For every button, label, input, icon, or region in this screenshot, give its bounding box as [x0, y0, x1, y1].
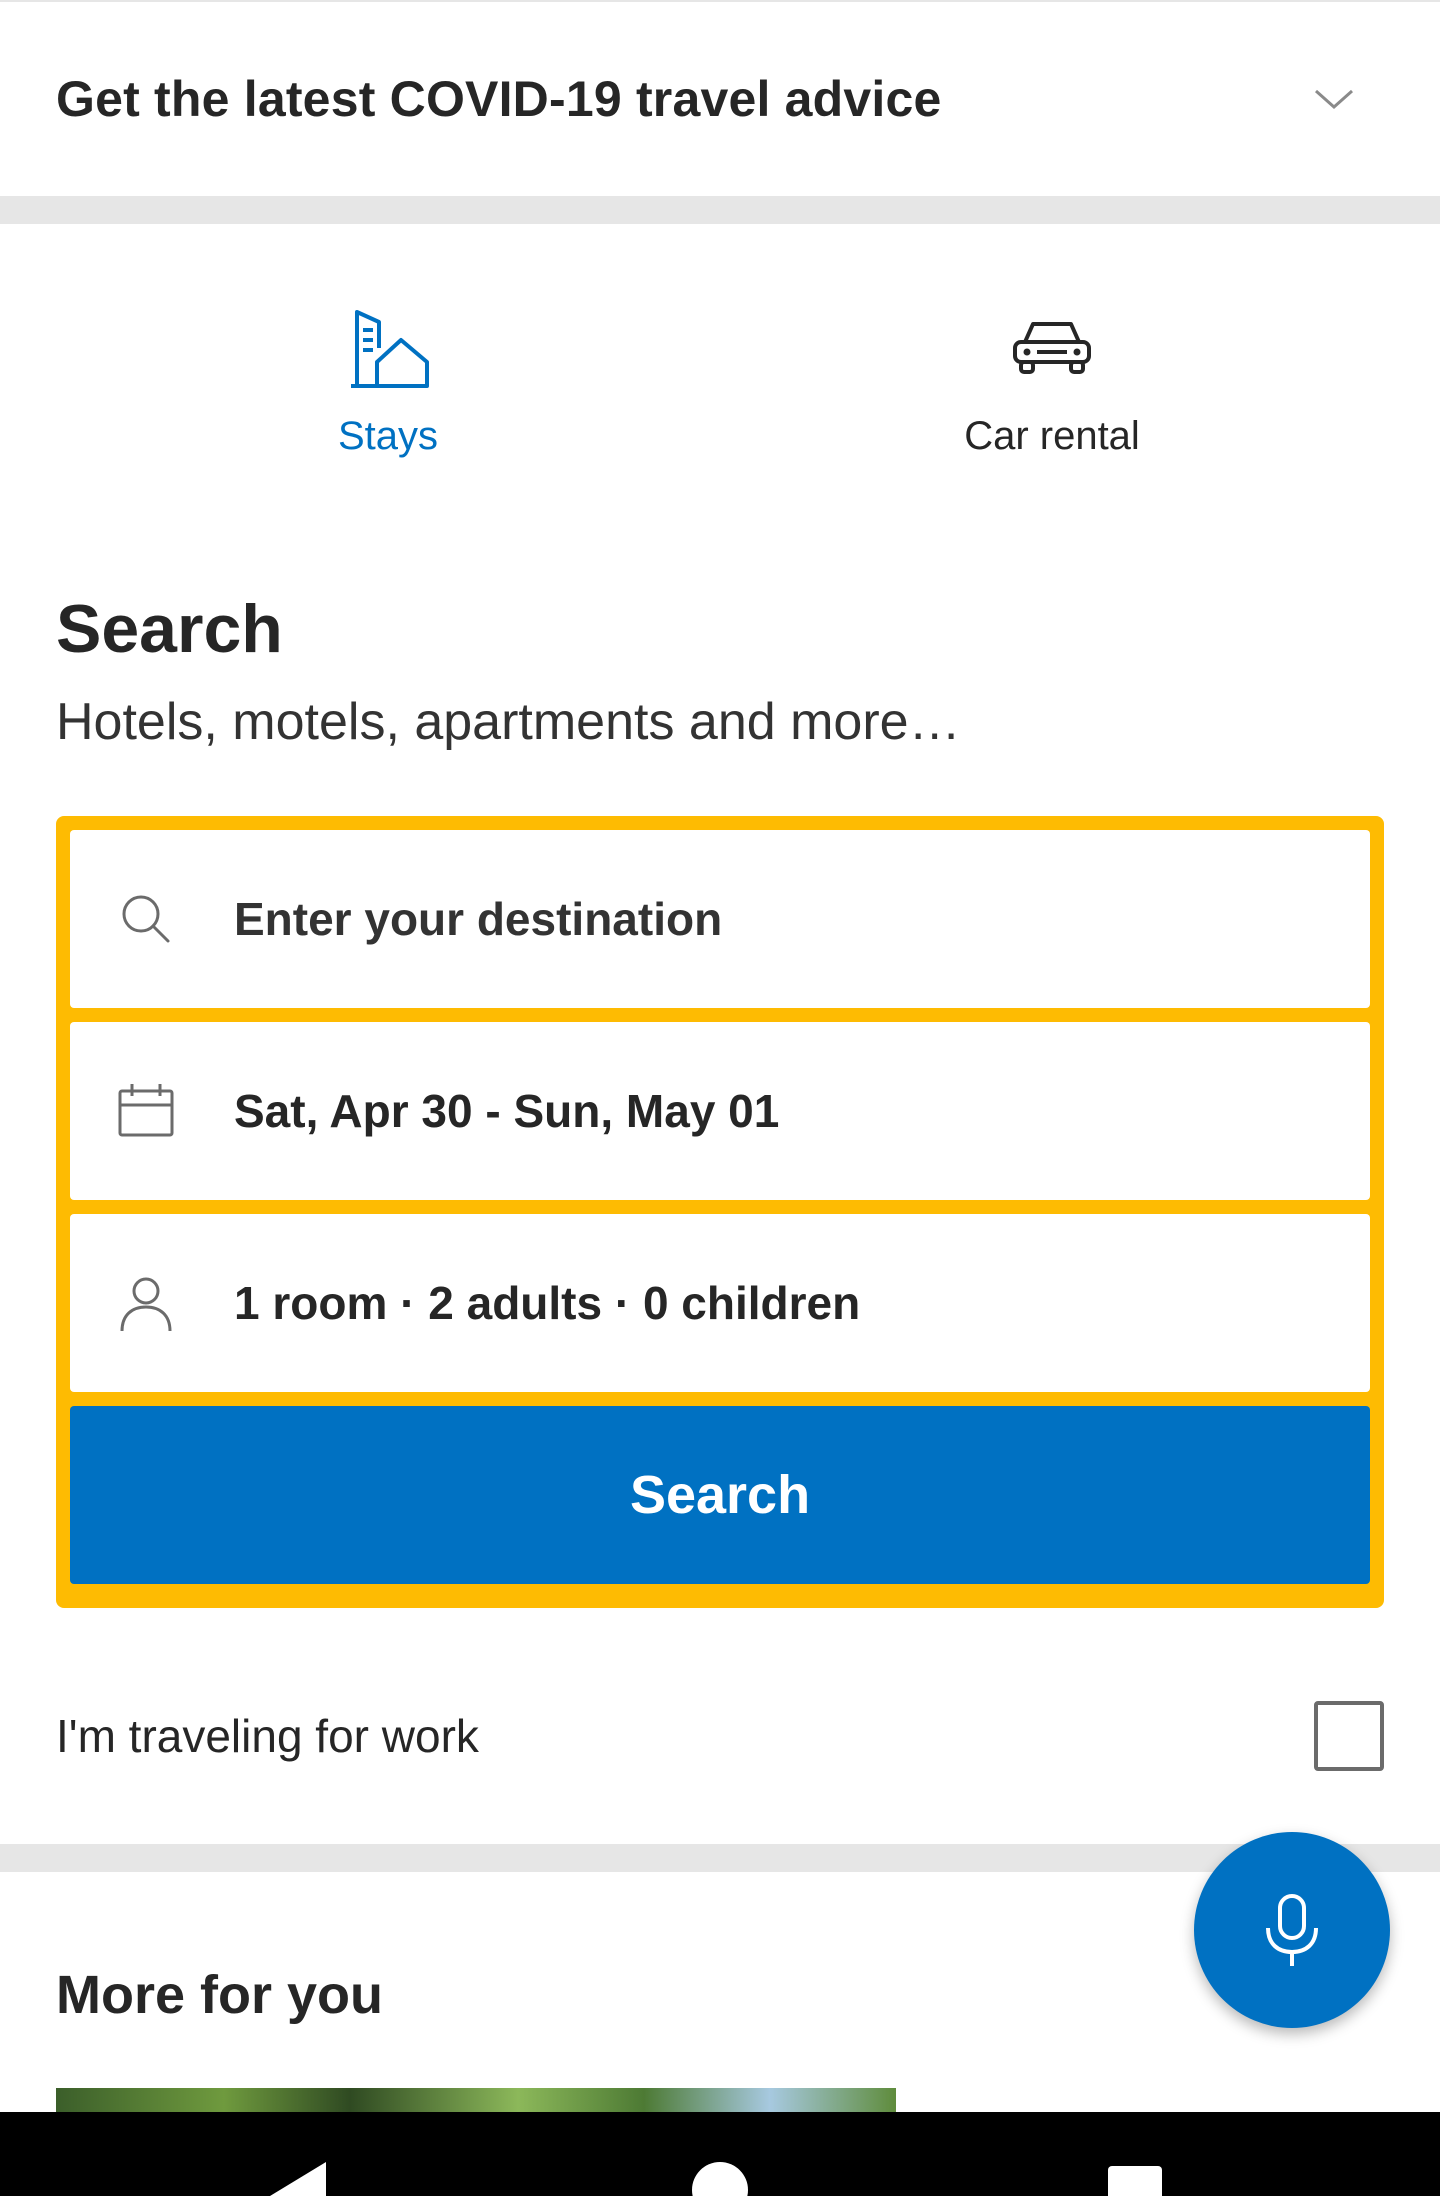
dates-value: Sat, Apr 30 - Sun, May 01: [234, 1085, 780, 1137]
covid-advice-text: Get the latest COVID-19 travel advice: [56, 71, 942, 127]
chevron-down-icon: [1315, 89, 1353, 110]
search-title: Search: [56, 591, 283, 667]
recent-apps-icon[interactable]: [1108, 2166, 1162, 2196]
tab-car-rental-label: Car rental: [964, 414, 1140, 458]
search-button[interactable]: Search: [70, 1406, 1370, 1584]
tab-car-rental[interactable]: Car rental: [902, 302, 1202, 459]
section-divider: [0, 196, 1440, 224]
person-icon: [120, 1277, 172, 1332]
work-travel-label: I'm traveling for work: [56, 1710, 479, 1762]
occupancy-field[interactable]: 1 room · 2 adults · 0 children: [70, 1214, 1370, 1392]
product-tabs: Stays Car rental: [0, 224, 1440, 524]
work-travel-row[interactable]: I'm traveling for work: [56, 1696, 1384, 1776]
back-icon[interactable]: [270, 2162, 326, 2196]
voice-search-button[interactable]: [1194, 1832, 1390, 2028]
search-icon: [122, 895, 170, 943]
work-travel-checkbox[interactable]: [1314, 1701, 1384, 1771]
microphone-icon: [1266, 1894, 1318, 1966]
covid-advice-banner[interactable]: Get the latest COVID-19 travel advice: [0, 0, 1440, 196]
car-icon: [1013, 322, 1091, 374]
destination-placeholder: Enter your destination: [234, 893, 723, 945]
occupancy-value: 1 room · 2 adults · 0 children: [234, 1277, 861, 1329]
tab-stays[interactable]: Stays: [238, 302, 538, 459]
booking-home-screen: Get the latest COVID-19 travel advice St…: [0, 0, 1440, 2196]
hotel-house-icon: [351, 310, 429, 388]
dates-field[interactable]: Sat, Apr 30 - Sun, May 01: [70, 1022, 1370, 1200]
search-subtitle: Hotels, motels, apartments and more…: [56, 693, 961, 751]
search-form: Enter your destination Sat, Apr 30 - Sun…: [56, 816, 1384, 1608]
destination-field[interactable]: Enter your destination: [70, 830, 1370, 1008]
more-for-you-card-image[interactable]: [56, 2088, 896, 2112]
more-for-you-title: More for you: [56, 1965, 384, 2025]
calendar-icon: [118, 1084, 174, 1137]
tab-stays-label: Stays: [337, 414, 439, 458]
